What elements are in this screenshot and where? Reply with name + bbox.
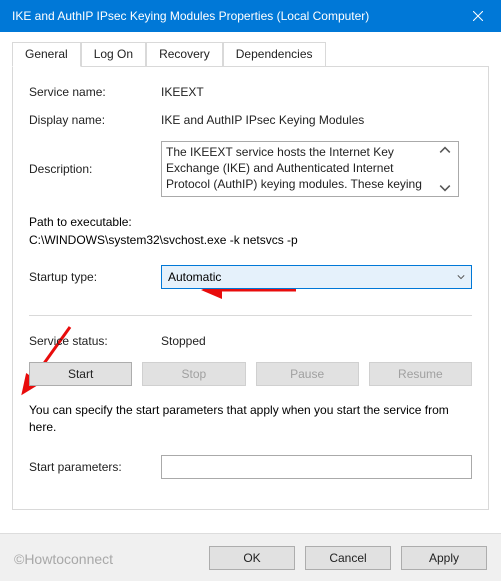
- path-value: C:\WINDOWS\system32\svchost.exe -k netsv…: [29, 231, 472, 249]
- startup-type-select[interactable]: Automatic: [161, 265, 472, 289]
- watermark: ©Howtoconnect: [14, 551, 113, 567]
- titlebar: IKE and AuthIP IPsec Keying Modules Prop…: [0, 0, 501, 32]
- description-text: The IKEEXT service hosts the Internet Ke…: [166, 144, 436, 194]
- start-params-label: Start parameters:: [29, 460, 161, 474]
- tab-panel-general: Service name: IKEEXT Display name: IKE a…: [12, 66, 489, 510]
- cancel-button[interactable]: Cancel: [305, 546, 391, 570]
- startup-type-value: Automatic: [168, 270, 221, 284]
- start-params-input[interactable]: [161, 455, 472, 479]
- service-name-value: IKEEXT: [161, 85, 472, 99]
- ok-button[interactable]: OK: [209, 546, 295, 570]
- tab-recovery[interactable]: Recovery: [146, 42, 223, 66]
- start-button[interactable]: Start: [29, 362, 132, 386]
- display-name-value: IKE and AuthIP IPsec Keying Modules: [161, 113, 472, 127]
- window-title: IKE and AuthIP IPsec Keying Modules Prop…: [12, 9, 455, 23]
- divider: [29, 315, 472, 316]
- tab-dependencies[interactable]: Dependencies: [223, 42, 326, 66]
- description-label: Description:: [29, 162, 161, 176]
- service-status-label: Service status:: [29, 334, 161, 348]
- apply-button[interactable]: Apply: [401, 546, 487, 570]
- chevron-down-icon: [439, 182, 451, 194]
- service-status-value: Stopped: [161, 334, 472, 348]
- description-scrollbar[interactable]: [439, 144, 455, 194]
- service-name-label: Service name:: [29, 85, 161, 99]
- description-box: The IKEEXT service hosts the Internet Ke…: [161, 141, 459, 197]
- startup-type-label: Startup type:: [29, 270, 161, 284]
- start-params-hint: You can specify the start parameters tha…: [29, 402, 472, 437]
- tab-strip: General Log On Recovery Dependencies: [12, 42, 489, 66]
- tab-general[interactable]: General: [12, 42, 81, 67]
- chevron-up-icon: [439, 144, 451, 156]
- tab-logon[interactable]: Log On: [81, 42, 146, 66]
- resume-button: Resume: [369, 362, 472, 386]
- close-icon: [473, 11, 483, 21]
- path-label: Path to executable:: [29, 213, 472, 231]
- stop-button: Stop: [142, 362, 245, 386]
- close-button[interactable]: [455, 0, 501, 32]
- display-name-label: Display name:: [29, 113, 161, 127]
- chevron-down-icon: [457, 273, 465, 281]
- pause-button: Pause: [256, 362, 359, 386]
